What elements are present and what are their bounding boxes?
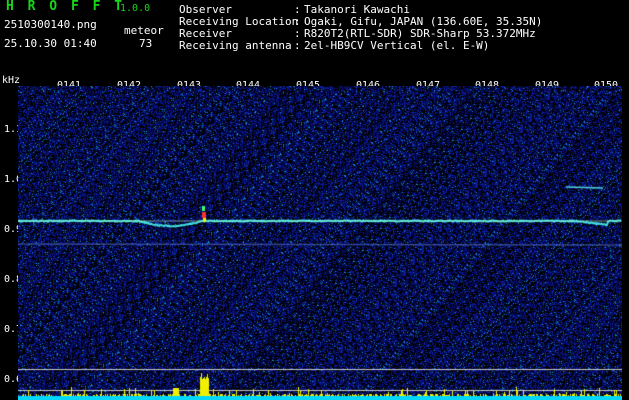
meteor-label: meteor: [124, 24, 164, 37]
spectrogram-canvas: [18, 86, 622, 400]
info-key: Receiving antenna: [179, 39, 292, 52]
observation-datetime: 25.10.30 01:40: [4, 37, 97, 50]
app-version: 1.0.0: [120, 3, 151, 14]
app-name: H R O F F T: [6, 0, 126, 14]
info-antenna: Receiving antenna:2el-HB9CV Vertical (el…: [179, 40, 489, 52]
info-value: 2el-HB9CV Vertical (el. E-W): [304, 39, 490, 52]
info-colon: :: [294, 39, 301, 52]
file-name: 2510300140.png: [4, 18, 97, 31]
hrofft-window: H R O F F T 1.0.0 2510300140.png 25.10.3…: [0, 0, 629, 400]
meteor-count: 73: [139, 37, 153, 50]
